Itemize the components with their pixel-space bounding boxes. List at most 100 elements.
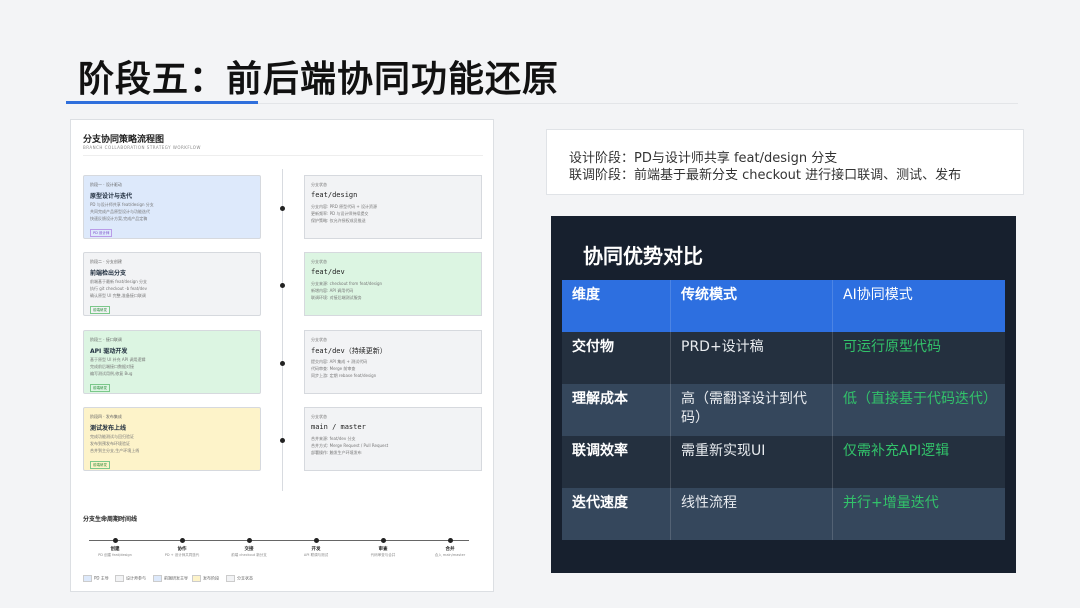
timeline-desc: PD 创建 feat/design: [98, 553, 132, 557]
stage-tag: 阶段四 · 发布集成: [90, 414, 122, 419]
legend-label: PD 主导: [94, 575, 109, 581]
timeline-label: 开发: [311, 547, 321, 552]
stage-line: 共同完成产品原型设计与功能迭代: [90, 209, 150, 214]
legend-item: 设计师参与: [115, 575, 146, 582]
table-row: 交付物 PRD+设计稿 可运行原型代码: [562, 332, 1005, 384]
legend-label: 发布阶段: [203, 575, 219, 581]
stage-card-4: 阶段四 · 发布集成 测试发布上线 完成功能测试与回归验证 发布到预发布环境验证…: [83, 407, 261, 471]
ai-cell: 可运行原型代码: [832, 332, 1005, 384]
phase-info-box: 设计阶段：PD与设计师共享 feat/design 分支 联调阶段：前端基于最新…: [546, 129, 1024, 195]
traditional-cell: PRD+设计稿: [670, 332, 832, 384]
title-rule: [258, 103, 1018, 104]
flow-dot: [280, 206, 285, 211]
timeline-desc: PD + 设计师共同迭代: [164, 553, 200, 557]
branch-title: main / master: [311, 423, 366, 431]
branch-tag: 分支状态: [311, 414, 327, 419]
stage-tag: 阶段二 · 分支创建: [90, 259, 122, 264]
stage-line: 编写测试用例,修复 Bug: [90, 371, 133, 376]
timeline-dot: [448, 538, 453, 543]
doc-divider: [83, 155, 483, 156]
legend-item: 前端研发主导: [153, 575, 188, 582]
ai-cell: 仅需补充API逻辑: [832, 436, 1005, 488]
branch-tag: 分支状态: [311, 259, 327, 264]
timeline-dot: [247, 538, 252, 543]
table-row: 联调效率 需重新实现UI 仅需补充API逻辑: [562, 436, 1005, 488]
stage-line: 发布到预发布环境验证: [90, 441, 130, 446]
legend-item: 分支状态: [226, 575, 253, 582]
info-line-integration: 联调阶段：前端基于最新分支 checkout 进行接口联调、测试、发布: [569, 168, 962, 183]
branch-card-4: 分支状态 main / master 合并来源: feat/dev 分支 合并方…: [304, 407, 482, 471]
branch-line: 合并来源: feat/dev 分支: [311, 436, 356, 441]
legend-label: 设计师参与: [126, 575, 146, 581]
table-row: 理解成本 高（需翻译设计到代码） 低（直接基于代码迭代）: [562, 384, 1005, 436]
stage-line: 确认原型 UI 完整,准备接口联调: [90, 293, 146, 298]
legend-label: 前端研发主导: [164, 575, 188, 581]
flow-dot: [280, 283, 285, 288]
flow-dot: [280, 361, 285, 366]
branch-title: feat/dev（持续更新）: [311, 347, 387, 355]
doc-subtitle: BRANCH COLLABORATION STRATEGY WORKFLOW: [83, 145, 201, 150]
branch-line: 代码审查: Merge 前审查: [311, 366, 356, 371]
timeline-label: 创建: [110, 547, 120, 552]
header-cell: 传统模式: [670, 280, 832, 332]
branch-line: 分支内容: PRD 原型代码 + 设计资源: [311, 204, 378, 209]
dimension-cell: 交付物: [572, 339, 614, 355]
slide-title: 阶段五：前后端协同功能还原: [78, 59, 560, 100]
branch-line: 更新频率: PD 与设计师持续提交: [311, 211, 369, 216]
stage-title: 测试发布上线: [90, 425, 127, 432]
traditional-cell: 线性流程: [670, 488, 832, 540]
stage-badge: 前端研发: [90, 384, 110, 392]
timeline-desc: 前端 checkout 新分支: [231, 553, 267, 557]
timeline-desc: API 联调与测试: [303, 553, 329, 557]
timeline-dot: [381, 538, 386, 543]
stage-line: 完成前后端接口数据对接: [90, 364, 134, 369]
branch-line: 分支来源: checkout from feat/design: [311, 281, 383, 286]
dimension-cell: 迭代速度: [572, 495, 628, 511]
stage-card-1: 阶段一 · 设计驱动 原型设计与迭代 PD 与设计师共享 feat/design…: [83, 175, 261, 239]
branch-card-1: 分支状态 feat/design 分支内容: PRD 原型代码 + 设计资源 更…: [304, 175, 482, 239]
branch-line: 新增内容: API 调用代码: [311, 288, 354, 293]
stage-title: API 驱动开发: [90, 348, 128, 355]
branch-card-3: 分支状态 feat/dev（持续更新） 提交内容: API 集成 + 测试代码 …: [304, 330, 482, 394]
stage-card-2: 阶段二 · 分支创建 前端检出分支 前端基于最新 feat/design 分支 …: [83, 252, 261, 316]
legend-item: 发布阶段: [192, 575, 219, 582]
legend-item: PD 主导: [83, 575, 109, 582]
header-cell: 维度: [572, 287, 600, 303]
timeline-dot: [314, 538, 319, 543]
branch-line: 提交内容: API 集成 + 测试代码: [311, 359, 368, 364]
table-row: 迭代速度 线性流程 并行+增量迭代: [562, 488, 1005, 540]
timeline-dot: [113, 538, 118, 543]
stage-line: 合并到主分支,生产环境上线: [90, 448, 140, 453]
timeline-label: 合并: [445, 547, 455, 552]
header-cell: AI协同模式: [832, 280, 1005, 332]
timeline-title: 分支生命周期时间线: [83, 516, 138, 523]
branch-title: feat/dev: [311, 268, 345, 276]
dimension-cell: 联调效率: [572, 443, 628, 459]
doc-title: 分支协同策略流程图: [83, 135, 165, 145]
branch-tag: 分支状态: [311, 182, 327, 187]
branch-line: 同步上游: 定期 rebase feat/design: [311, 373, 377, 378]
branch-tag: 分支状态: [311, 337, 327, 342]
timeline-dot: [180, 538, 185, 543]
stage-line: 前端基于最新 feat/design 分支: [90, 279, 148, 284]
timeline-desc: 合入 main/master: [434, 553, 466, 557]
stage-tag: 阶段三 · 接口联调: [90, 337, 122, 342]
branch-card-2: 分支状态 feat/dev 分支来源: checkout from feat/d…: [304, 252, 482, 316]
workflow-document: 分支协同策略流程图 BRANCH COLLABORATION STRATEGY …: [70, 119, 494, 592]
stage-line: 执行 git checkout -b feat/dev: [90, 286, 148, 291]
stage-line: 快速反馈设计方案,完成产品定稿: [90, 216, 148, 221]
stage-title: 原型设计与迭代: [90, 193, 133, 200]
ai-cell: 低（直接基于代码迭代）: [832, 384, 1005, 436]
flow-dot: [280, 438, 285, 443]
timeline-label: 审查: [378, 547, 388, 552]
timeline-label: 协作: [177, 547, 187, 552]
comparison-title: 协同优势对比: [583, 244, 703, 268]
branch-line: 保护策略: 仅允许授权成员推送: [311, 218, 366, 223]
stage-badge: PD 设计师: [90, 229, 113, 237]
stage-badge: 前端研发: [90, 461, 110, 469]
stage-line: PD 与设计师共享 feat/design 分支: [90, 202, 154, 207]
branch-line: 部署操作: 触发生产环境发布: [311, 450, 362, 455]
ai-cell: 并行+增量迭代: [832, 488, 1005, 540]
dimension-cell: 理解成本: [572, 391, 628, 407]
legend-label: 分支状态: [237, 575, 253, 581]
